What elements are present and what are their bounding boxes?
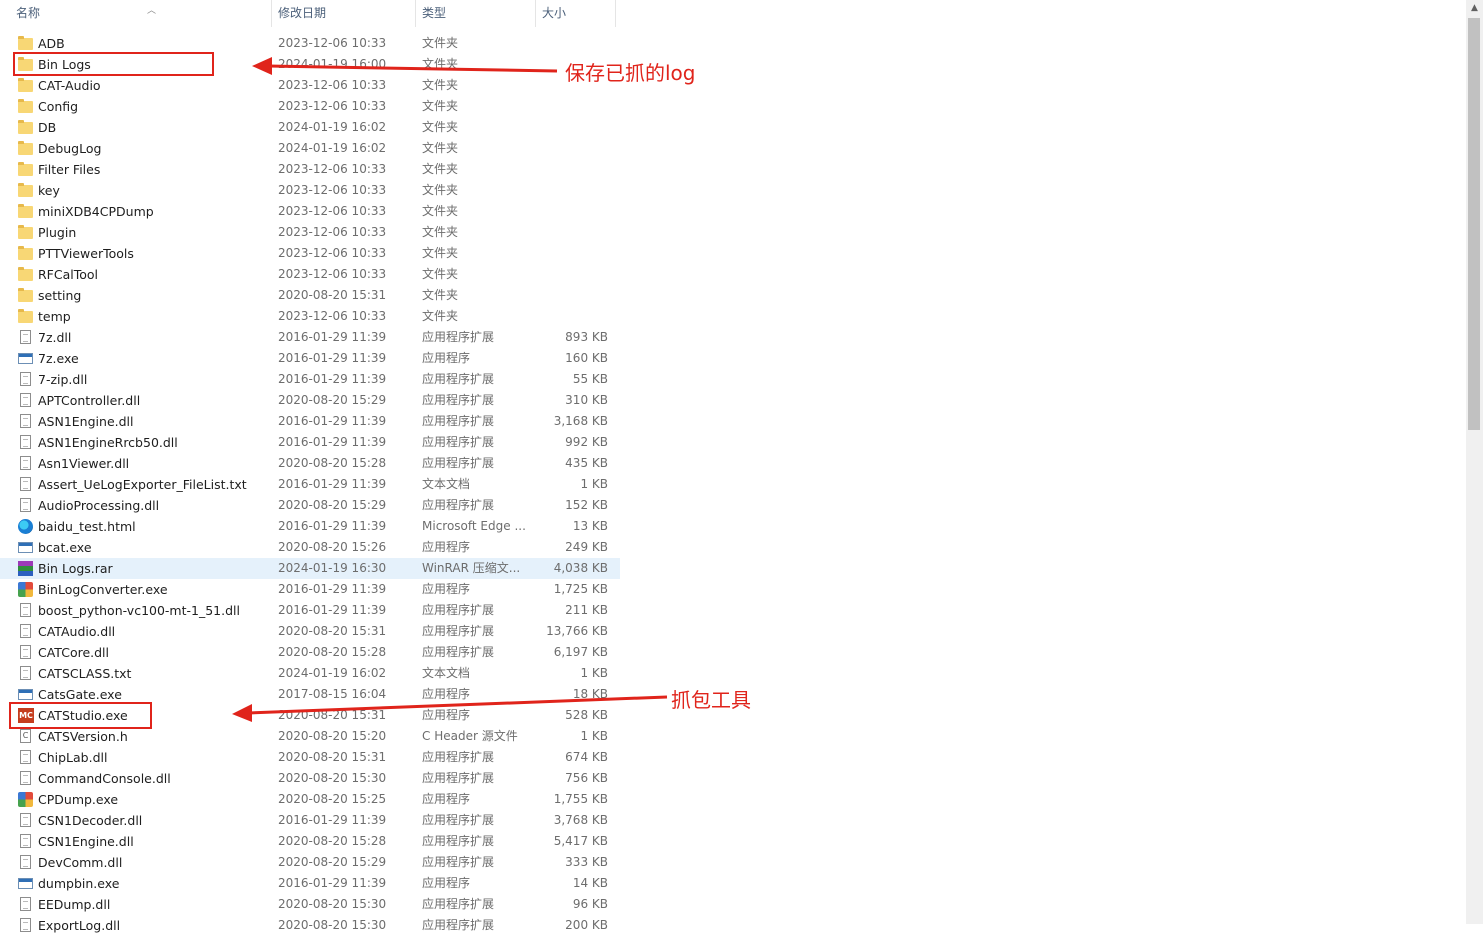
arrow-to-bin-logs — [252, 57, 558, 75]
annotation-capture-tool: 抓包工具 — [671, 688, 751, 712]
annotation-saved-logs: 保存已抓的log — [565, 61, 696, 85]
annotation-arrows — [232, 57, 668, 722]
scroll-up-icon[interactable]: ▲ — [1466, 0, 1483, 17]
scrollbar-thumb[interactable] — [1468, 18, 1480, 430]
vertical-scrollbar[interactable]: ▲ — [1466, 0, 1483, 924]
arrow-to-catstudio — [232, 695, 668, 722]
